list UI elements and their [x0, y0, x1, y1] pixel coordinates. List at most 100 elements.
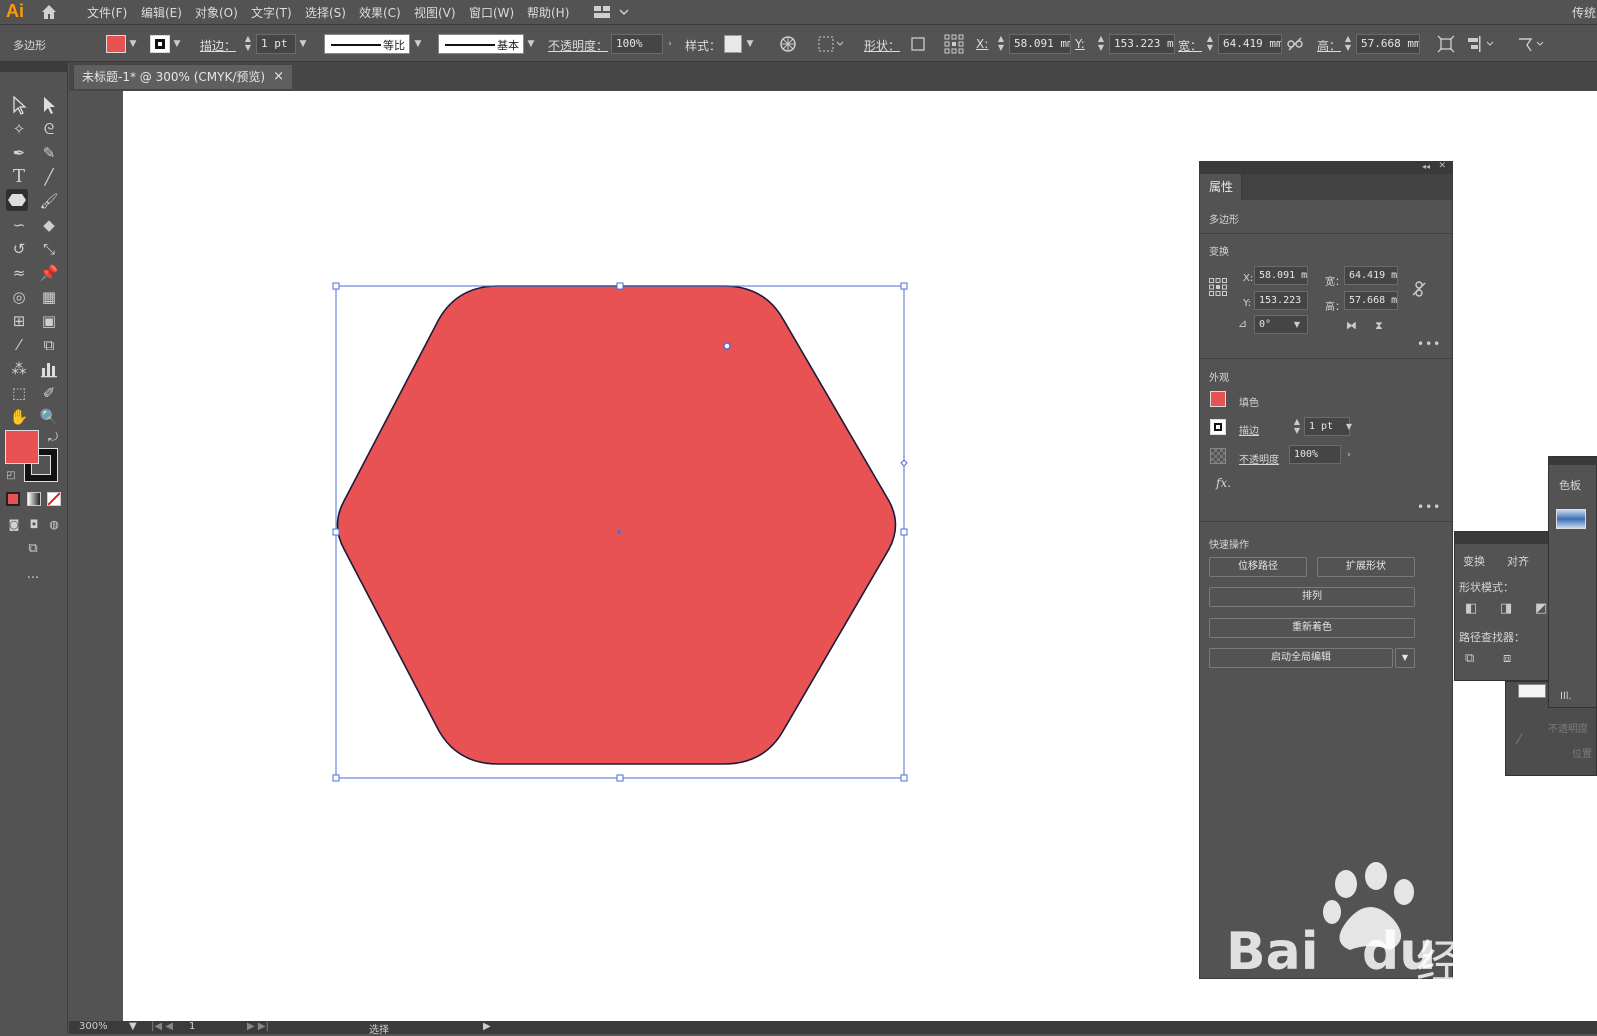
swatch-gradient-blue[interactable]: [1556, 509, 1586, 529]
draw-inside-icon[interactable]: ◍: [43, 514, 65, 536]
slice-tool-icon[interactable]: ✐: [38, 382, 60, 404]
intersect-icon[interactable]: ◩: [1535, 601, 1547, 616]
menu-type[interactable]: 文字(T): [251, 4, 292, 21]
direct-selection-tool-icon[interactable]: [38, 94, 60, 116]
stroke-weight-dropdown-icon[interactable]: ▼: [1344, 417, 1354, 436]
shape-builder-tool-icon[interactable]: ◎: [8, 286, 30, 308]
appearance-fill-swatch[interactable]: [1210, 391, 1226, 407]
x-stepper-icon[interactable]: ▲ ▼: [996, 34, 1006, 54]
tab-align[interactable]: 对齐: [1507, 553, 1529, 569]
fill-swatch[interactable]: [106, 35, 126, 53]
stroke-weight-field[interactable]: 1 pt: [256, 34, 296, 54]
h-field[interactable]: 57.668 m: [1344, 291, 1398, 310]
brush-dropdown-icon[interactable]: ▼: [526, 34, 536, 54]
appearance-stroke-swatch[interactable]: [1210, 419, 1226, 435]
reference-point-icon[interactable]: [944, 34, 964, 54]
flip-horizontal-icon[interactable]: ⧓: [1346, 319, 1357, 332]
arrange-documents-icon[interactable]: [594, 5, 630, 19]
y-field[interactable]: 153.223: [1254, 291, 1308, 310]
constrain-proportions-icon[interactable]: [1411, 281, 1427, 297]
menu-view[interactable]: 视图(V): [414, 4, 456, 21]
menu-select[interactable]: 选择(S): [305, 4, 346, 21]
swap-fill-stroke-icon[interactable]: ⤾: [42, 426, 64, 448]
artboard-tool-icon[interactable]: ⬚: [8, 382, 30, 404]
stroke-swatch[interactable]: [150, 35, 170, 53]
menu-file[interactable]: 文件(F): [87, 4, 127, 21]
align-icon[interactable]: [1467, 35, 1497, 53]
zoom-tool-icon[interactable]: 🔍: [38, 406, 60, 428]
variable-width-profile[interactable]: 等比: [324, 34, 410, 54]
x-field[interactable]: 58.091 m: [1254, 266, 1308, 285]
symbol-sprayer-tool-icon[interactable]: ⁂: [8, 358, 30, 380]
h-label[interactable]: 高：: [1317, 37, 1341, 54]
stroke-weight-stepper-icon[interactable]: ▲ ▼: [243, 34, 253, 54]
close-panel-icon[interactable]: ✕: [1438, 161, 1446, 171]
menu-effect[interactable]: 效果(C): [359, 4, 401, 21]
tab-properties[interactable]: 属性: [1200, 174, 1242, 200]
opacity-label[interactable]: 不透明度：: [548, 37, 608, 54]
polygon-tool-icon[interactable]: [6, 189, 28, 211]
y-field[interactable]: 153.223 m: [1109, 34, 1175, 54]
fill-color-box[interactable]: [5, 430, 39, 464]
workspace-switcher[interactable]: 传统: [1572, 4, 1596, 21]
sides-widget-handle[interactable]: [900, 459, 908, 467]
scale-tool-icon[interactable]: ⤡: [38, 238, 60, 260]
trim-icon[interactable]: ⧈: [1503, 651, 1511, 666]
menu-edit[interactable]: 编辑(E): [141, 4, 182, 21]
w-field[interactable]: 64.419 m: [1344, 266, 1398, 285]
gradient-mode-button[interactable]: [27, 492, 41, 506]
y-stepper-icon[interactable]: ▲ ▼: [1096, 34, 1106, 54]
curvature-tool-icon[interactable]: ✎: [38, 142, 60, 164]
type-tool-icon[interactable]: T: [8, 166, 30, 188]
color-mode-button[interactable]: [6, 492, 20, 506]
opacity-expand-icon[interactable]: ›: [1344, 445, 1354, 464]
w-field[interactable]: 64.419 mm: [1218, 34, 1282, 54]
opacity-expand-icon[interactable]: ›: [665, 34, 675, 54]
panel-menu-icon[interactable]: [1517, 35, 1547, 53]
pen-tool-icon[interactable]: ✒: [8, 142, 30, 164]
expand-shape-button[interactable]: 扩展形状: [1317, 557, 1415, 577]
w-label[interactable]: 宽：: [1178, 37, 1202, 54]
more-transform-options-icon[interactable]: •••: [1417, 337, 1441, 351]
fill-dropdown-icon[interactable]: ▼: [128, 34, 138, 54]
draw-behind-icon[interactable]: ◘: [23, 514, 45, 536]
reference-point-icon[interactable]: [1209, 278, 1227, 296]
screen-mode-icon[interactable]: ⧉: [22, 538, 44, 560]
stroke-label[interactable]: 描边：: [200, 37, 236, 54]
puppet-warp-tool-icon[interactable]: 📌: [38, 262, 60, 284]
global-edit-options-button[interactable]: ▼: [1395, 648, 1415, 668]
shaper-tool-icon[interactable]: ∽: [8, 214, 30, 236]
transform-icon[interactable]: [1437, 35, 1455, 53]
selection-tool-icon[interactable]: [8, 94, 30, 116]
h-stepper-icon[interactable]: ▲ ▼: [1343, 34, 1353, 54]
eyedropper-icon[interactable]: ⁄: [1518, 732, 1520, 748]
stroke-label[interactable]: 描边: [1239, 422, 1259, 437]
eraser-tool-icon[interactable]: ◆: [38, 214, 60, 236]
brush-definition[interactable]: 基本: [438, 34, 524, 54]
h-field[interactable]: 57.668 mm: [1356, 34, 1420, 54]
hand-tool-icon[interactable]: ✋: [8, 406, 30, 428]
profile-dropdown-icon[interactable]: ▼: [413, 34, 423, 54]
shape-properties-icon[interactable]: [910, 36, 926, 52]
rotate-tool-icon[interactable]: ↺: [8, 238, 30, 260]
home-icon[interactable]: [40, 3, 58, 21]
start-global-edit-button[interactable]: 启动全局编辑: [1209, 648, 1393, 668]
opacity-label[interactable]: 不透明度: [1239, 451, 1279, 466]
artboard-nav-next-icon[interactable]: ▶ ▶|: [247, 1021, 269, 1032]
constrain-proportions-icon[interactable]: [1287, 36, 1303, 52]
blend-tool-icon[interactable]: ⧉: [38, 334, 60, 356]
arrange-button[interactable]: 排列: [1209, 587, 1415, 607]
menu-window[interactable]: 窗口(W): [469, 4, 514, 21]
y-label[interactable]: Y:: [1075, 37, 1085, 51]
style-dropdown-icon[interactable]: ▼: [745, 34, 755, 54]
mesh-tool-icon[interactable]: ⊞: [8, 310, 30, 332]
width-tool-icon[interactable]: ≈: [8, 262, 30, 284]
paintbrush-tool-icon[interactable]: 🖌: [38, 190, 60, 212]
zoom-dropdown-icon[interactable]: ▼: [129, 1021, 137, 1032]
edit-toolbar-icon[interactable]: ···: [22, 568, 44, 590]
x-label[interactable]: X:: [976, 37, 988, 51]
shape-label[interactable]: 形状：: [864, 37, 900, 54]
stroke-dropdown-icon[interactable]: ▼: [172, 34, 182, 54]
menu-help[interactable]: 帮助(H): [527, 4, 569, 21]
libraries-icon[interactable]: Ill.: [1560, 691, 1572, 702]
